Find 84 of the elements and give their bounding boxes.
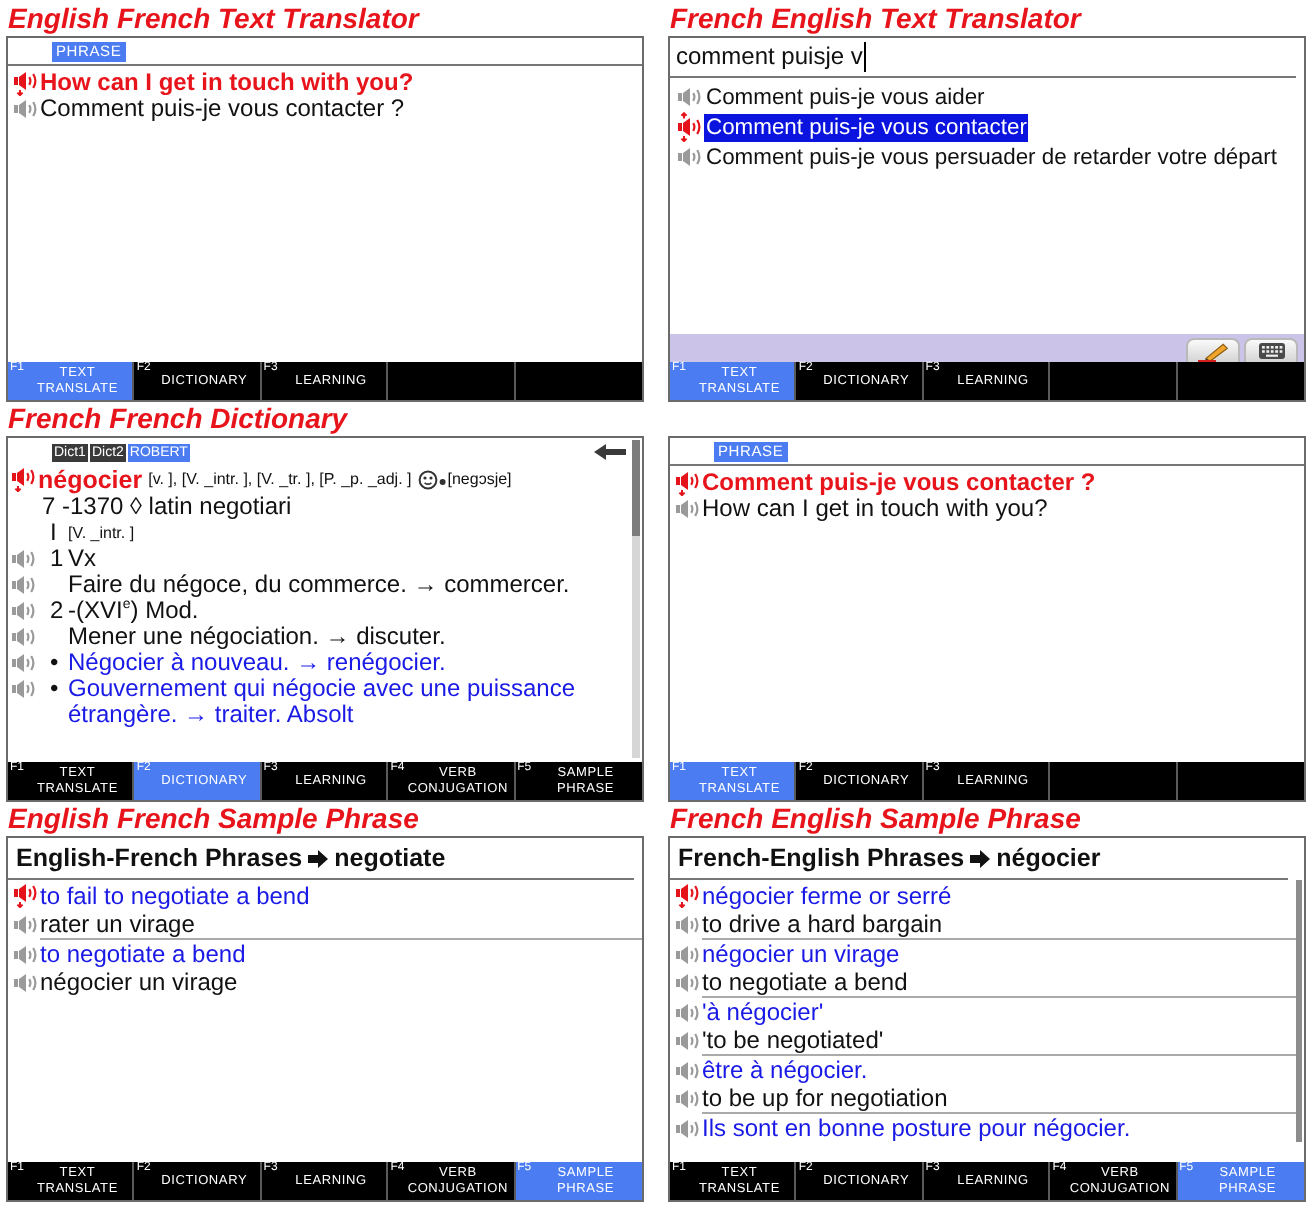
speaker-icon[interactable] [12, 628, 36, 646]
speaker-icon[interactable] [14, 915, 38, 933]
translated-phrase: to negotiate a bend [702, 969, 908, 995]
speaker-icon[interactable] [676, 1031, 700, 1049]
scrollbar[interactable] [1296, 880, 1302, 1142]
suggestion-item[interactable]: Comment puis-je vous contacter [704, 113, 1029, 141]
sense-number: I [48, 520, 59, 546]
speaker-icon[interactable] [676, 945, 700, 963]
speaker-icon[interactable] [676, 973, 700, 991]
grammar-label: [v. ], [V. _intr. ], [V. _tr. ], [P. _p. _adj. ] [148, 470, 412, 490]
speaker-icon[interactable] [678, 112, 702, 142]
source-phrase[interactable]: négocier ferme or serré [702, 883, 952, 909]
speaker-icon[interactable] [12, 602, 36, 620]
headword: négocier [38, 466, 143, 494]
list-bullet: • [48, 676, 61, 702]
etymology-text: 7 -1370 ◊ latin negotiari [42, 494, 292, 520]
definition-text: Faire du négoce, du commerce. → commercer. [68, 572, 570, 598]
speaker-icon[interactable] [676, 1119, 700, 1137]
source-phrase[interactable]: 'à négocier' [702, 999, 824, 1025]
sense-number: 2 [48, 598, 66, 624]
right-arrow-icon [970, 849, 991, 867]
right-arrow-icon [308, 849, 329, 867]
keyboard-button[interactable] [1244, 338, 1298, 362]
speaker-icon[interactable] [12, 680, 36, 698]
translated-phrase: 'to be negotiated' [702, 1027, 884, 1053]
translated-phrase: How can I get in touch with you? [702, 496, 1048, 522]
source-phrase[interactable]: Ils sont en bonne posture pour négocier. [702, 1115, 1131, 1141]
handwriting-button[interactable] [1186, 338, 1240, 362]
search-field[interactable]: comment puisje v [670, 38, 1296, 78]
panel-heading: French English Text Translator [668, 2, 1081, 36]
speaker-icon[interactable] [676, 915, 700, 933]
pencil-icon [1197, 341, 1229, 361]
translated-phrase: rater un virage [40, 911, 195, 937]
search-term: négocier [996, 844, 1101, 872]
speaker-icon[interactable] [14, 973, 38, 991]
speaker-icon[interactable] [12, 576, 36, 594]
definition-text: Mener une négociation. → discuter. [68, 624, 446, 650]
grammar-label: [V. _intr. ] [68, 522, 135, 546]
source-phrase: How can I get in touch with you? [40, 70, 414, 96]
source-phrase[interactable]: to fail to negotiate a bend [40, 883, 310, 909]
scrollbar-thumb[interactable] [632, 440, 640, 536]
translated-phrase: to drive a hard bargain [702, 911, 943, 937]
pronunciation: [negɔsje] [447, 470, 512, 490]
speaker-icon[interactable] [678, 88, 702, 106]
speaker-icon[interactable] [676, 1061, 700, 1079]
speaker-icon[interactable] [676, 471, 700, 495]
header-title: English-French Phrases [16, 844, 303, 872]
speaker-icon[interactable] [14, 100, 38, 118]
panel-heading: French English Sample Phrase [668, 802, 1081, 836]
speaker-icon[interactable] [676, 1089, 700, 1107]
speaker-icon[interactable] [14, 884, 38, 908]
search-term: negotiate [334, 844, 446, 872]
face-icon [417, 470, 446, 490]
source-phrase[interactable]: être à négocier. [702, 1057, 868, 1083]
definition-text: -(XVI$^{e}$) Mod. [68, 598, 199, 624]
speaker-icon[interactable] [12, 654, 36, 672]
speaker-icon[interactable] [678, 148, 702, 166]
source-phrase[interactable]: négocier un virage [702, 941, 900, 967]
header-title: French-English Phrases [678, 844, 965, 872]
source-phrase: Comment puis-je vous contacter ? [702, 470, 1096, 496]
example-text: Négocier à nouveau. → renégocier. [68, 650, 446, 676]
panel-heading: English French Sample Phrase [6, 802, 419, 836]
panel-heading: English French Text Translator [6, 2, 419, 36]
suggestion-item[interactable]: Comment puis-je vous aider [704, 83, 987, 111]
speaker-icon[interactable] [676, 884, 700, 908]
definition-text: Vx [68, 546, 97, 572]
translated-phrase: Comment puis-je vous contacter ? [40, 96, 405, 122]
speaker-icon[interactable] [14, 71, 38, 95]
speaker-icon[interactable] [14, 945, 38, 963]
sense-number: 1 [48, 546, 66, 572]
speaker-icon[interactable] [676, 1003, 700, 1021]
speaker-icon[interactable] [676, 500, 700, 518]
source-phrase[interactable]: to negotiate a bend [40, 941, 246, 967]
list-bullet: • [48, 650, 61, 676]
translated-phrase: négocier un virage [40, 969, 238, 995]
keyboard-icon [1257, 342, 1285, 360]
suggestion-item[interactable]: Comment puis-je vous persuader de retarder votre départ [704, 143, 1279, 171]
translated-phrase: to be up for negotiation [702, 1085, 948, 1111]
panel-heading: French French Dictionary [6, 402, 348, 436]
speaker-icon[interactable] [12, 468, 36, 492]
scrollbar[interactable] [632, 440, 640, 758]
example-text: Gouvernement qui négocie avec une puissance étrangère. → traiter. Absolt [68, 676, 577, 728]
speaker-icon[interactable] [12, 550, 36, 568]
back-arrow-icon[interactable] [594, 444, 626, 460]
